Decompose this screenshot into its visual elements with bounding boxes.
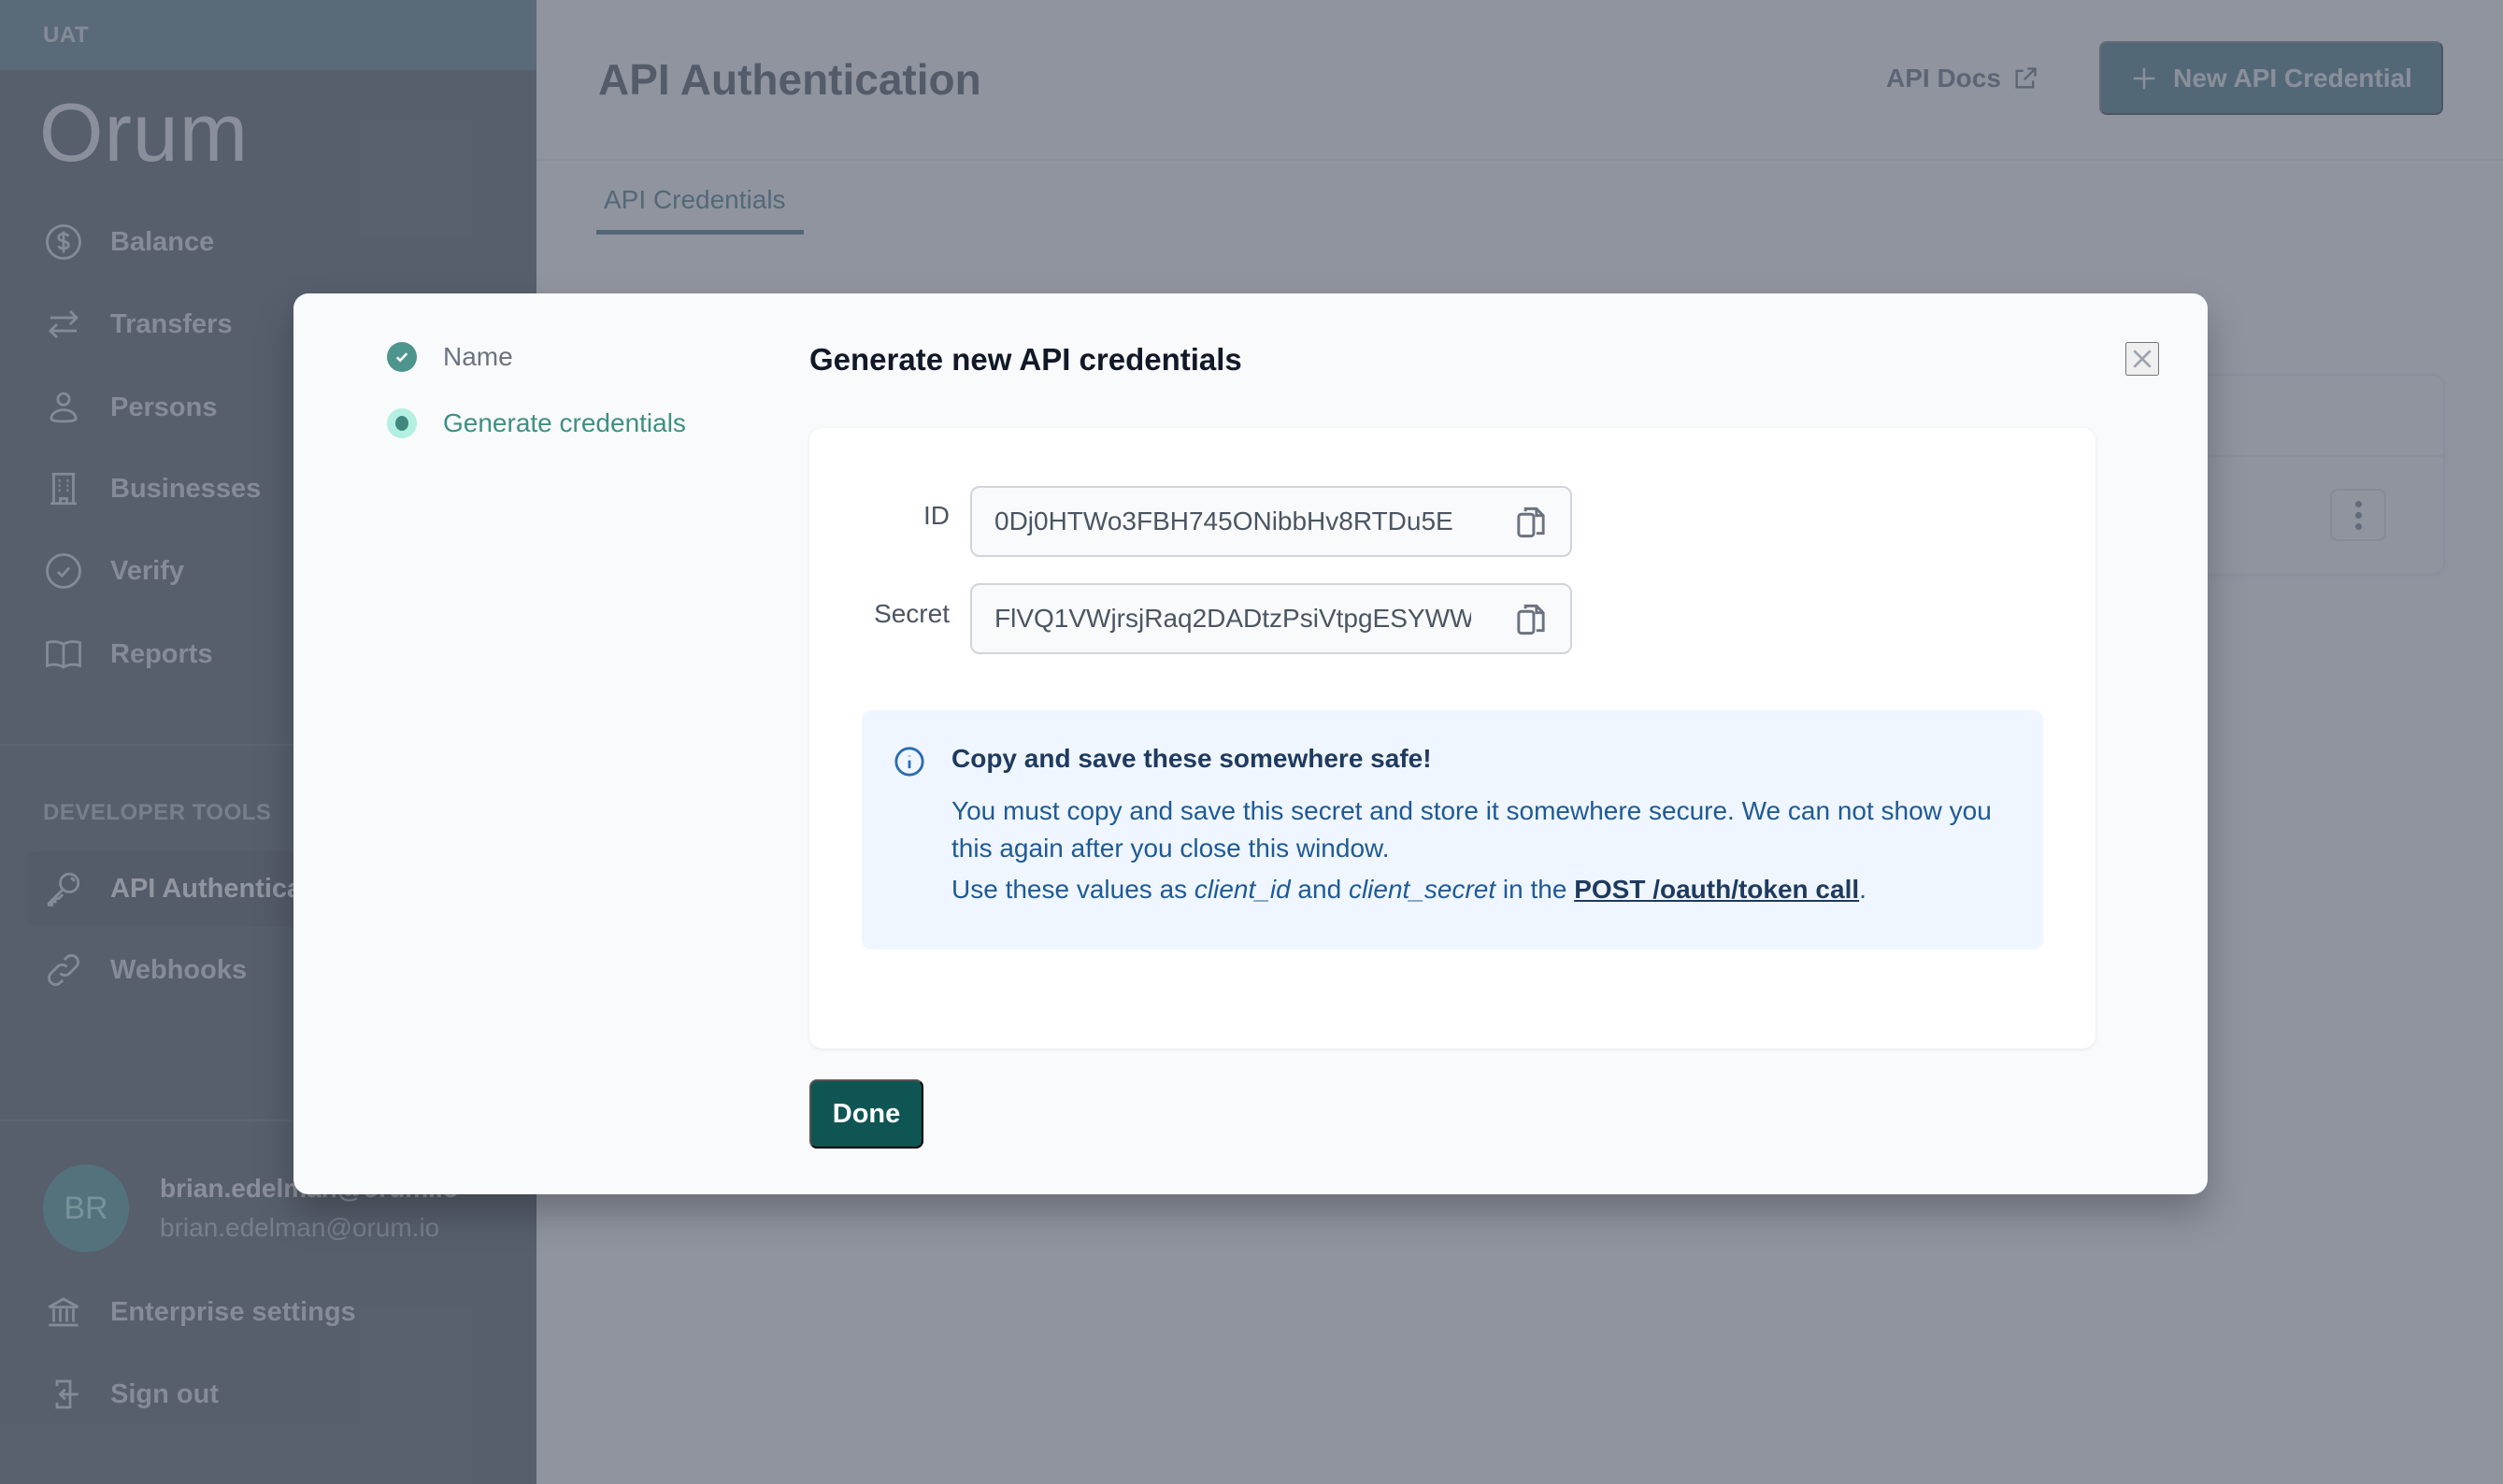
save-notice: Copy and save these somewhere safe! You … [862,710,2043,949]
id-label: ID [923,501,950,530]
usage-text: . [1859,875,1867,904]
step-generate-credentials: Generate credentials [387,408,686,438]
step-name: Name [387,342,513,372]
notice-body: You must copy and save this secret and s… [951,796,1992,863]
modal-title: Generate new API credentials [809,342,1242,377]
notice-title: Copy and save these somewhere safe! [951,744,1432,773]
credentials-card: ID 0Dj0HTWo3FBH745ONibbHv8RTDu5E Secret … [809,428,2095,1049]
client-secret-term: client_secret [1348,875,1496,904]
close-icon [2133,350,2152,368]
notice-usage: Use these values as client_id and client… [951,875,1867,905]
oauth-token-docs-link[interactable]: POST /oauth/token call [1574,875,1859,904]
id-field[interactable]: 0Dj0HTWo3FBH745ONibbHv8RTDu5E [970,486,1572,557]
done-button[interactable]: Done [809,1079,923,1149]
copy-id-button[interactable] [1514,505,1548,540]
client-id-term: client_id [1194,875,1291,904]
step-label: Generate credentials [443,408,686,437]
id-value[interactable]: 0Dj0HTWo3FBH745ONibbHv8RTDu5E [994,507,1471,536]
usage-text: in the [1495,875,1575,904]
usage-text: and [1290,875,1349,904]
copy-secret-button[interactable] [1514,602,1548,637]
secret-field[interactable]: FlVQ1VWjrsjRaq2DADtzPsiVtpgESYWW [970,583,1572,654]
secret-value[interactable]: FlVQ1VWjrsjRaq2DADtzPsiVtpgESYWW [994,604,1471,634]
secret-label: Secret [874,599,950,628]
close-button[interactable] [2125,342,2159,376]
check-circle-icon [387,342,417,372]
generate-credentials-modal: Name Generate credentials Generate new A… [293,293,2208,1194]
current-step-icon [387,408,417,438]
copy-icon [1517,604,1545,635]
info-icon [894,746,925,778]
step-label: Name [443,342,513,371]
copy-icon [1517,507,1545,538]
usage-text: Use these values as [951,875,1194,904]
